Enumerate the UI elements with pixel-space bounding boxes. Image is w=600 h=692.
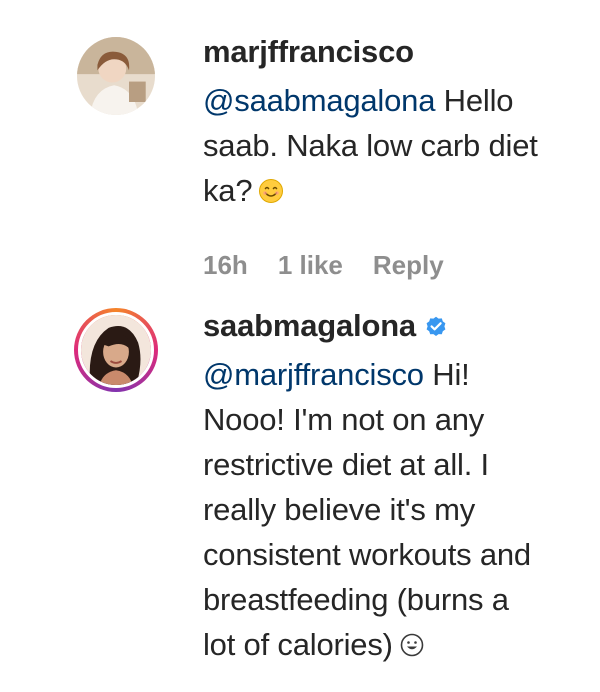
comment-time: 16h <box>203 250 248 280</box>
avatar-image <box>74 34 158 118</box>
comment-meta: 16h 1 like Reply <box>203 250 474 281</box>
comment-text-line: Hello <box>435 83 514 118</box>
comment-text-line: breastfeeding (burns a <box>203 582 509 617</box>
comment-username[interactable]: saabmagalona <box>203 308 416 344</box>
comment-text-line: consistent workouts and <box>203 537 531 572</box>
avatar-image <box>78 312 154 388</box>
verified-badge-icon <box>424 314 448 338</box>
avatar[interactable] <box>74 34 158 118</box>
avatar-photo <box>81 315 151 385</box>
comment-text-line: Nooo! I'm not on any <box>203 402 485 437</box>
comment-text-line: restrictive diet at all. I <box>203 447 489 482</box>
comment-text-line: ka? <box>203 173 253 208</box>
comment-text-line: saab. Naka low carb diet <box>203 128 538 163</box>
avatar[interactable] <box>74 308 158 392</box>
comment-text: @saabmagalona Hello saab. Naka low carb … <box>203 78 593 213</box>
comment-username[interactable]: marjffrancisco <box>203 34 414 70</box>
comment-text: @marjffrancisco Hi! Nooo! I'm not on any… <box>203 352 593 667</box>
comment-text-line: really believe it's my <box>203 492 475 527</box>
comment-text-line: lot of calories) <box>203 627 393 662</box>
grinning-face-icon <box>399 625 425 657</box>
smiling-face-icon <box>258 171 284 203</box>
comment-text-line: Hi! <box>423 357 470 392</box>
comment-likes[interactable]: 1 like <box>278 250 343 281</box>
reply-button[interactable]: Reply <box>373 250 444 281</box>
mention-link[interactable]: @marjffrancisco <box>203 357 424 392</box>
avatar-photo <box>77 37 155 115</box>
mention-link[interactable]: @saabmagalona <box>203 83 435 118</box>
